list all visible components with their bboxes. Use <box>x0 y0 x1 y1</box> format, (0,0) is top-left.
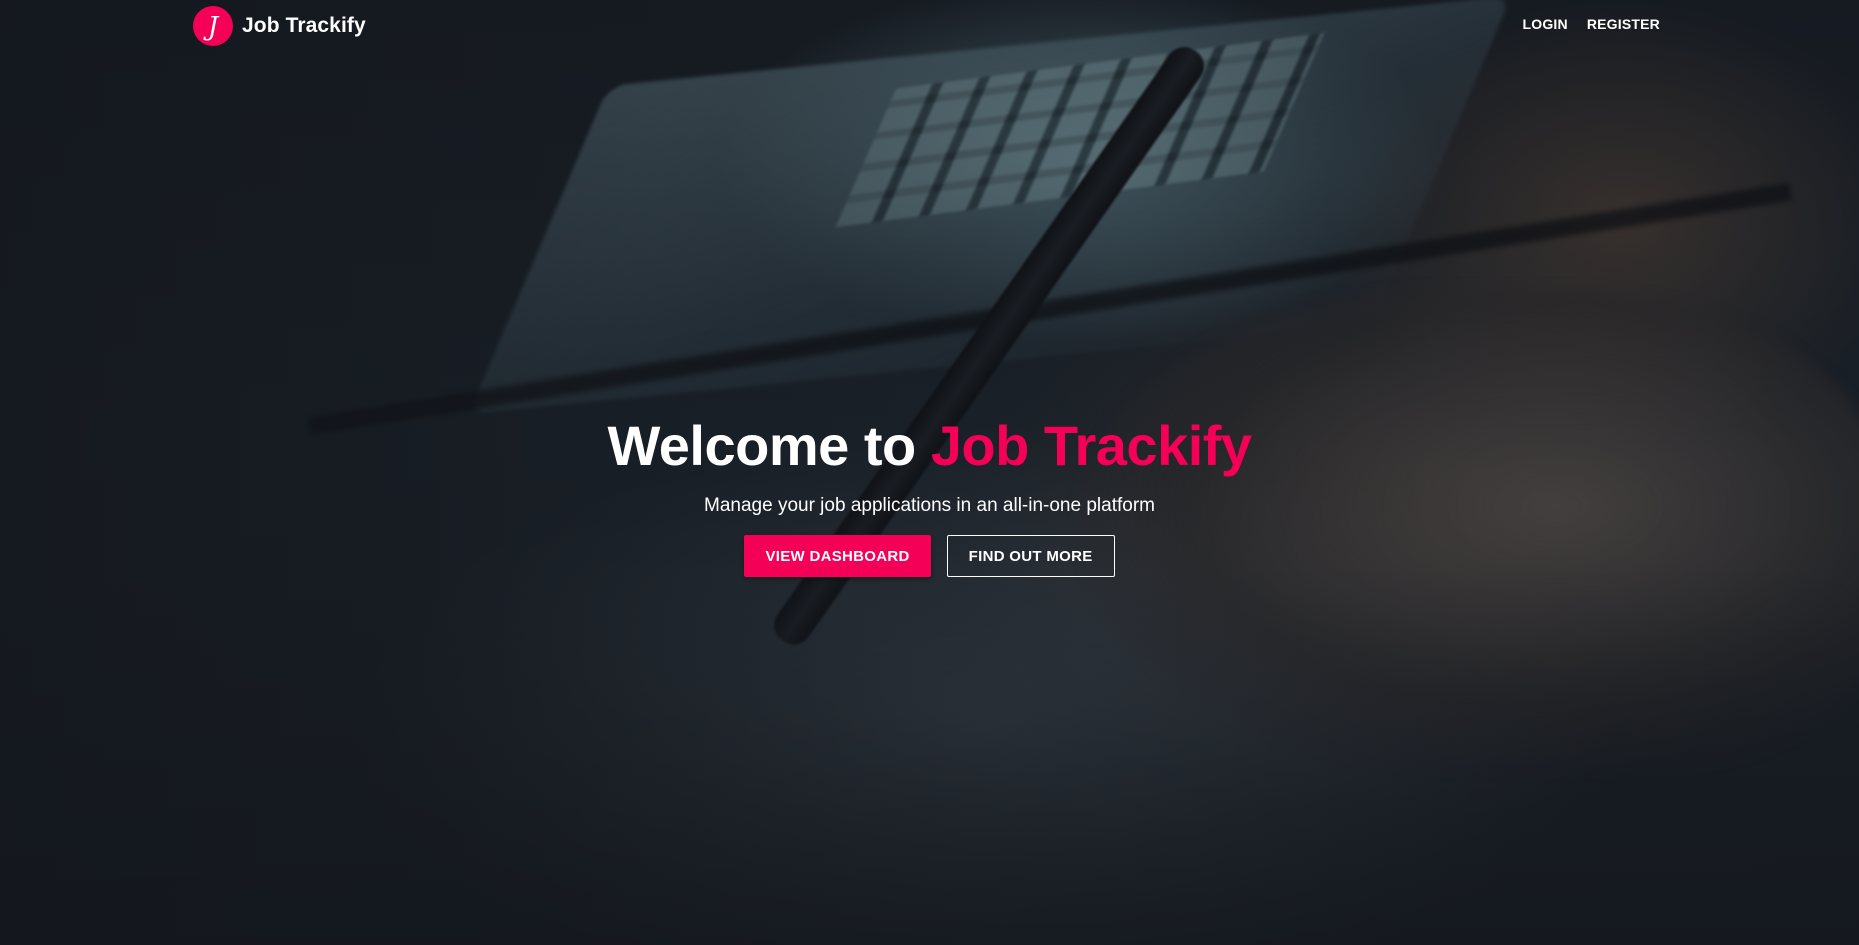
brand-logo-glyph: J <box>203 12 220 42</box>
brand-logo-letter: J <box>203 12 220 42</box>
navbar: J Job Trackify LOGIN REGISTER <box>0 0 1859 52</box>
hero-title: Welcome to Job Trackify <box>0 410 1859 482</box>
brand-logo-icon: J <box>193 6 233 46</box>
login-link[interactable]: LOGIN <box>1522 16 1567 32</box>
nav-links: LOGIN REGISTER <box>1522 16 1660 32</box>
brand-link[interactable]: J Job Trackify <box>193 6 366 46</box>
hero-section: Welcome to Job Trackify Manage your job … <box>0 410 1859 577</box>
brand-name: Job Trackify <box>242 14 366 37</box>
hero-title-prefix: Welcome to <box>607 414 916 477</box>
view-dashboard-button[interactable]: VIEW DASHBOARD <box>744 535 931 577</box>
landing-page: J Job Trackify LOGIN REGISTER Welcome to… <box>0 0 1859 945</box>
hero-subtitle: Manage your job applications in an all-i… <box>704 495 1155 516</box>
find-out-more-button[interactable]: FIND OUT MORE <box>946 535 1115 577</box>
register-link[interactable]: REGISTER <box>1587 16 1660 32</box>
hero-title-highlight: Job Trackify <box>930 414 1252 477</box>
hero-button-group: VIEW DASHBOARD FIND OUT MORE <box>0 535 1859 577</box>
